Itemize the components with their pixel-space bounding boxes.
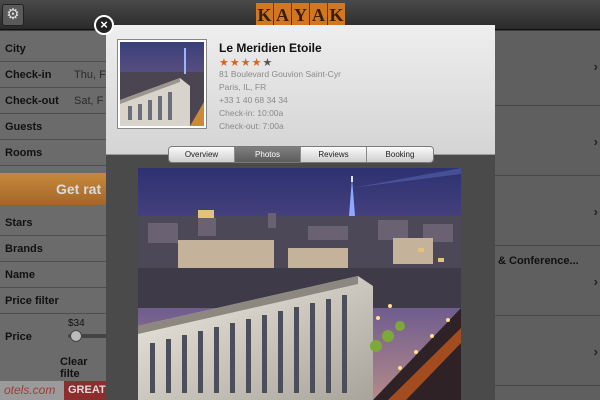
ad-banner[interactable]: otels.com GREAT	[0, 381, 110, 400]
get-rates-button[interactable]: Get rat	[0, 173, 110, 205]
check-in-value: Thu, F	[74, 69, 106, 81]
star-icon: ★	[219, 57, 230, 69]
logo-letter: Y	[292, 3, 309, 27]
hotel-name: Le Meridien Etoile	[219, 41, 322, 55]
tab-overview[interactable]: Overview	[169, 147, 235, 162]
rooms-label: Rooms	[5, 147, 43, 159]
star-rating: ★★★★★	[219, 56, 273, 69]
star-icon: ★	[262, 57, 274, 69]
guests-field[interactable]: Guests	[0, 114, 110, 140]
kayak-logo: K A Y A K	[256, 3, 346, 27]
chevron-right-icon: ›	[593, 134, 598, 149]
chevron-right-icon: ›	[593, 274, 598, 289]
hotel-name-partial: & Conference...	[498, 255, 579, 267]
segmented-tabs: Overview Photos Reviews Booking	[168, 146, 434, 163]
list-item[interactable]: ›	[495, 316, 600, 386]
brands-label: Brands	[5, 243, 43, 255]
name-label: Name	[5, 269, 35, 281]
price-label: Price	[5, 331, 32, 343]
hotel-thumbnail	[117, 39, 207, 129]
hotel-header: Le Meridien Etoile ★★★★★ 81 Boulevard Go…	[106, 25, 495, 155]
close-icon[interactable]: ×	[94, 15, 114, 35]
list-item[interactable]: ›	[495, 106, 600, 176]
tab-booking[interactable]: Booking	[367, 147, 433, 162]
guests-label: Guests	[5, 121, 43, 133]
brands-filter[interactable]: Brands	[0, 236, 110, 262]
price-filter[interactable]: Price filter	[0, 288, 110, 314]
price-min-value: $34	[68, 318, 85, 329]
check-in-field[interactable]: Check-in Thu, F	[0, 62, 110, 88]
hotel-address: 81 Boulevard Gouvion Saint-Cyr	[219, 69, 341, 79]
name-filter[interactable]: Name	[0, 262, 110, 288]
check-out-value: Sat, F	[74, 95, 104, 107]
list-item[interactable]: ›	[495, 31, 600, 106]
logo-letter: K	[328, 3, 345, 27]
check-out-label: Check-out	[5, 95, 59, 107]
hotel-city: Paris, IL, FR	[219, 82, 267, 92]
hotel-detail-popover: Le Meridien Etoile ★★★★★ 81 Boulevard Go…	[106, 25, 495, 400]
logo-letter: A	[310, 3, 327, 27]
hotel-photo[interactable]	[138, 168, 461, 400]
city-label: City	[5, 43, 26, 55]
chevron-right-icon: ›	[593, 59, 598, 74]
gear-icon[interactable]: ⚙	[2, 4, 24, 26]
chevron-right-icon: ›	[593, 344, 598, 359]
check-out-field[interactable]: Check-out Sat, F	[0, 88, 110, 114]
chevron-right-icon: ›	[593, 204, 598, 219]
clear-filters-button[interactable]: Clear filte	[60, 356, 110, 380]
price-slider-handle[interactable]	[70, 330, 82, 342]
rooms-field[interactable]: Rooms	[0, 140, 110, 166]
hotel-phone[interactable]: +33 1 40 68 34 34	[219, 95, 288, 105]
price-filter-label: Price filter	[5, 295, 59, 307]
tab-reviews[interactable]: Reviews	[301, 147, 367, 162]
tab-photos[interactable]: Photos	[235, 147, 301, 162]
star-icon: ★	[229, 57, 241, 69]
star-icon: ★	[251, 57, 263, 69]
hotel-thumbnail-image	[120, 42, 204, 126]
hotel-photo-image	[138, 168, 461, 400]
city-field[interactable]: City	[0, 36, 110, 62]
ad-left-text: otels.com	[0, 381, 64, 400]
search-form: City Check-in Thu, F Check-out Sat, F Gu…	[0, 31, 110, 400]
stars-filter[interactable]: Stars	[0, 210, 110, 236]
check-out-time: Check-out: 7:00a	[219, 121, 284, 131]
list-item[interactable]: ›	[495, 176, 600, 246]
stars-label: Stars	[5, 217, 33, 229]
results-list: › › › › › & Conference...	[495, 31, 600, 400]
logo-letter: K	[256, 3, 273, 27]
logo-letter: A	[274, 3, 291, 27]
check-in-label: Check-in	[5, 69, 52, 81]
check-in-time: Check-in: 10:00a	[219, 108, 284, 118]
ad-right-text: GREAT	[64, 381, 110, 400]
star-icon: ★	[240, 57, 252, 69]
